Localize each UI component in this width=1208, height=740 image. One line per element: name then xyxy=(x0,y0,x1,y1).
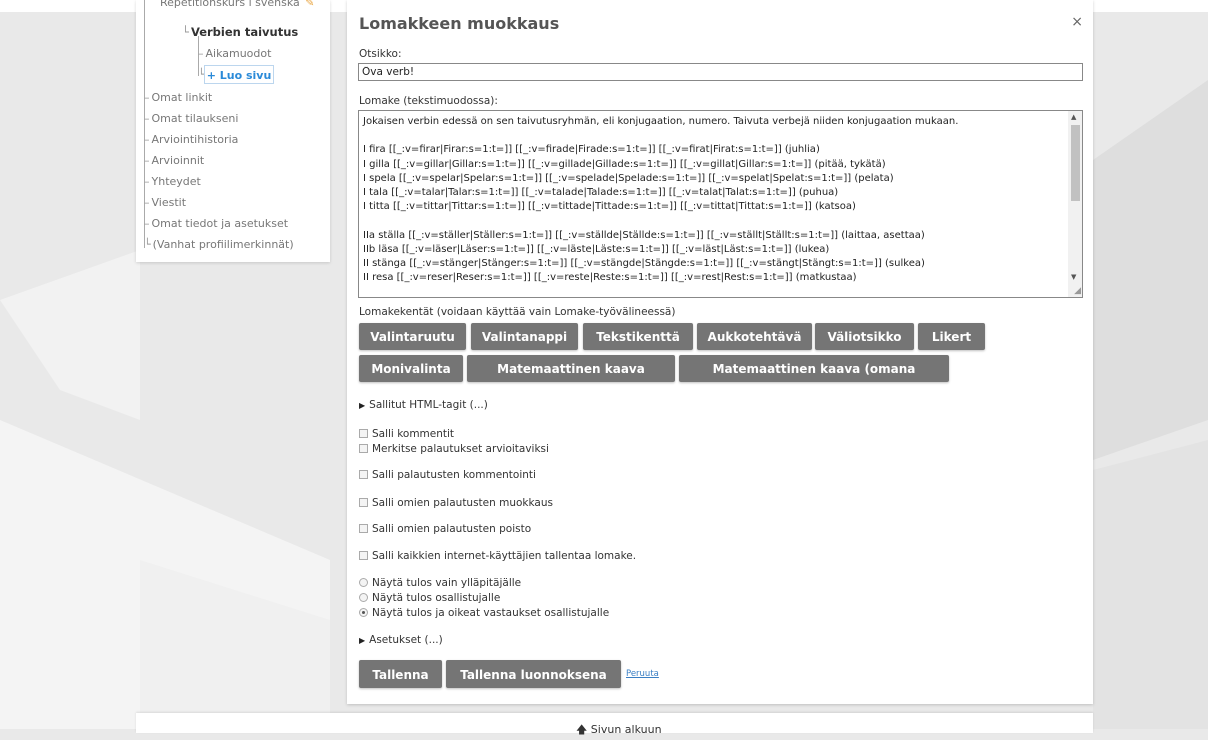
tool-button-valiotsikko[interactable]: Väliotsikko xyxy=(815,323,914,350)
radio-result-participant[interactable]: Näytä tulos osallistujalle xyxy=(359,592,500,604)
tree-item-yhteydet[interactable]: – Yhteydet xyxy=(144,175,201,189)
tree-item-arviointihistoria[interactable]: – Arviointihistoria xyxy=(144,133,238,147)
tool-button-math-block[interactable]: Matemaattinen kaava (omana lohkona) xyxy=(679,355,949,403)
tool-button-valintaruutu[interactable]: Valintaruutu xyxy=(359,323,466,350)
html-tags-toggle[interactable]: ▶ Sallitut HTML-tagit (...) xyxy=(359,399,488,411)
radio-selected[interactable] xyxy=(359,607,368,617)
checkbox-allow-public-save[interactable]: Salli kaikkien internet-käyttäjien talle… xyxy=(359,550,636,562)
footer-bar: 🡅 Sivun alkuun xyxy=(136,713,1093,736)
settings-toggle[interactable]: ▶ Asetukset (...) xyxy=(359,634,443,646)
tree-item-omat-tiedot[interactable]: – Omat tiedot ja asetukset xyxy=(144,217,288,231)
tree-branch-icon: └ xyxy=(182,25,189,39)
checkbox-allow-edit-own[interactable]: Salli omien palautusten muokkaus xyxy=(359,497,553,509)
checkbox-allow-delete-own[interactable]: Salli omien palautusten poisto xyxy=(359,523,531,535)
triangle-right-icon: ▶ xyxy=(359,401,366,410)
scroll-thumb[interactable] xyxy=(1071,125,1080,201)
tool-button-valintanappi[interactable]: Valintanappi xyxy=(471,323,578,350)
checkbox-allow-comments[interactable]: Salli kommentit xyxy=(359,428,454,440)
resize-grip-icon[interactable]: ◢ xyxy=(1074,286,1081,296)
scroll-down-icon[interactable]: ▼ xyxy=(1071,273,1076,281)
form-edit-modal: Lomakkeen muokkaus × Otsikko: Lomake (te… xyxy=(347,0,1093,704)
new-page-button[interactable]: + Luo sivu xyxy=(204,65,274,84)
checkbox[interactable] xyxy=(359,443,368,453)
scroll-up-icon[interactable]: ▲ xyxy=(1071,113,1076,121)
tool-button-likert[interactable]: Likert xyxy=(918,323,985,350)
radio[interactable] xyxy=(359,577,368,587)
cancel-link[interactable]: Peruuta xyxy=(626,669,659,679)
save-button[interactable]: Tallenna xyxy=(359,660,442,688)
tree-item-omat-linkit[interactable]: – Omat linkit xyxy=(144,91,212,105)
save-draft-button[interactable]: Tallenna luonnoksena xyxy=(446,660,621,688)
tree-item-omat-tilaukseni[interactable]: – Omat tilaukseni xyxy=(144,112,238,126)
page-tree-panel: Repetitionskurs i svenska ✎ └ Verbien tai… xyxy=(136,0,330,262)
tool-button-math-inline[interactable]: Matemaattinen kaava (rivillä) xyxy=(467,355,675,403)
tree-item-arvioinnit[interactable]: – Arvioinnit xyxy=(144,154,204,168)
checkbox[interactable] xyxy=(359,550,368,560)
tool-button-monivalinta[interactable]: Monivalinta xyxy=(359,355,463,382)
tree-branch-icon: – xyxy=(198,47,204,60)
tree-item-viestit[interactable]: – Viestit xyxy=(144,196,186,210)
fields-label: Lomakekentät (voidaan käyttää vain Lomak… xyxy=(359,306,676,318)
checkbox-allow-submission-comments[interactable]: Salli palautusten kommentointi xyxy=(359,469,536,481)
tree-item-aikamuodot[interactable]: – Aikamuodot xyxy=(198,47,271,61)
form-text: Jokaisen verbin edessä on sen taivutusry… xyxy=(363,116,959,284)
tool-button-aukkotehtava[interactable]: Aukkotehtävä xyxy=(697,323,812,350)
title-input[interactable] xyxy=(358,63,1083,81)
tree-item-verbien-taivutus[interactable]: └ Verbien taivutus xyxy=(182,25,298,39)
checkbox[interactable] xyxy=(359,497,368,507)
checkbox[interactable] xyxy=(359,428,368,438)
radio-result-with-answers[interactable]: Näytä tulos ja oikeat vastaukset osallis… xyxy=(359,607,609,619)
checkbox[interactable] xyxy=(359,469,368,479)
radio[interactable] xyxy=(359,592,368,602)
triangle-right-icon: ▶ xyxy=(359,636,366,645)
pencil-icon[interactable]: ✎ xyxy=(305,0,314,9)
textarea-scrollbar[interactable]: ▲ ▼ xyxy=(1068,111,1082,297)
form-textarea[interactable]: Jokaisen verbin edessä on sen taivutusry… xyxy=(358,110,1083,298)
radio-result-admin-only[interactable]: Näytä tulos vain ylläpitäjälle xyxy=(359,577,521,589)
back-to-top-link[interactable]: 🡅 Sivun alkuun xyxy=(576,721,662,740)
modal-title: Lomakkeen muokkaus xyxy=(359,14,560,33)
tree-item-vanhat-profiili[interactable]: └ (Vanhat profiilimerkinnät) xyxy=(144,238,294,252)
tree-item-course[interactable]: Repetitionskurs i svenska ✎ xyxy=(160,0,315,10)
checkbox-mark-for-grading[interactable]: Merkitse palautukset arvioitaviksi xyxy=(359,443,549,455)
tool-button-tekstikentta[interactable]: Tekstikenttä xyxy=(583,323,693,350)
close-icon[interactable]: × xyxy=(1071,14,1083,30)
title-label: Otsikko: xyxy=(359,48,402,60)
checkbox[interactable] xyxy=(359,523,368,533)
form-label: Lomake (tekstimuodossa): xyxy=(359,95,498,107)
